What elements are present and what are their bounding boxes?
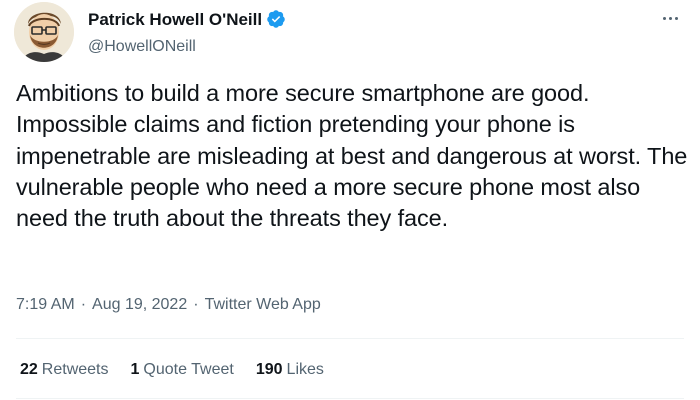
tweet-source[interactable]: Twitter Web App <box>205 296 321 313</box>
divider <box>16 398 684 399</box>
meta-separator: · <box>80 296 87 313</box>
tweet-card: Patrick Howell O'Neill @HowellONeill Amb… <box>0 0 700 400</box>
verified-badge-icon <box>266 9 286 29</box>
quote-tweets-label: Quote Tweet <box>143 361 234 378</box>
tweet-stats: 22 Retweets 1 Quote Tweet 190 Likes <box>20 361 346 379</box>
avatar-illustration <box>14 2 74 62</box>
tweet-date[interactable]: Aug 19, 2022 <box>92 296 187 313</box>
retweets-label: Retweets <box>41 361 109 378</box>
tweet-metadata: 7:19 AM · Aug 19, 2022 · Twitter Web App <box>16 296 321 314</box>
likes-count: 190 <box>255 361 283 378</box>
author-display-name[interactable]: Patrick Howell O'Neill <box>88 11 262 28</box>
tweet-text: Ambitions to build a more secure smartph… <box>16 80 688 232</box>
retweets-stat[interactable]: 22 Retweets <box>20 361 109 379</box>
author-handle[interactable]: @HowellONeill <box>88 39 286 55</box>
author-block: Patrick Howell O'Neill @HowellONeill <box>88 8 286 55</box>
retweets-count: 22 <box>20 361 38 378</box>
more-dot <box>662 16 666 20</box>
quote-tweets-count: 1 <box>130 361 140 378</box>
divider <box>16 338 684 339</box>
likes-stat[interactable]: 190 Likes <box>256 361 324 379</box>
author-name-row: Patrick Howell O'Neill <box>88 8 286 30</box>
quote-tweets-stat[interactable]: 1 Quote Tweet <box>131 361 234 379</box>
tweet-time[interactable]: 7:19 AM <box>16 296 75 313</box>
likes-label: Likes <box>286 361 324 378</box>
more-dot <box>668 16 672 20</box>
more-options-icon[interactable] <box>656 8 684 28</box>
more-dot <box>674 16 678 20</box>
avatar[interactable] <box>14 2 74 62</box>
meta-separator: · <box>193 296 199 313</box>
